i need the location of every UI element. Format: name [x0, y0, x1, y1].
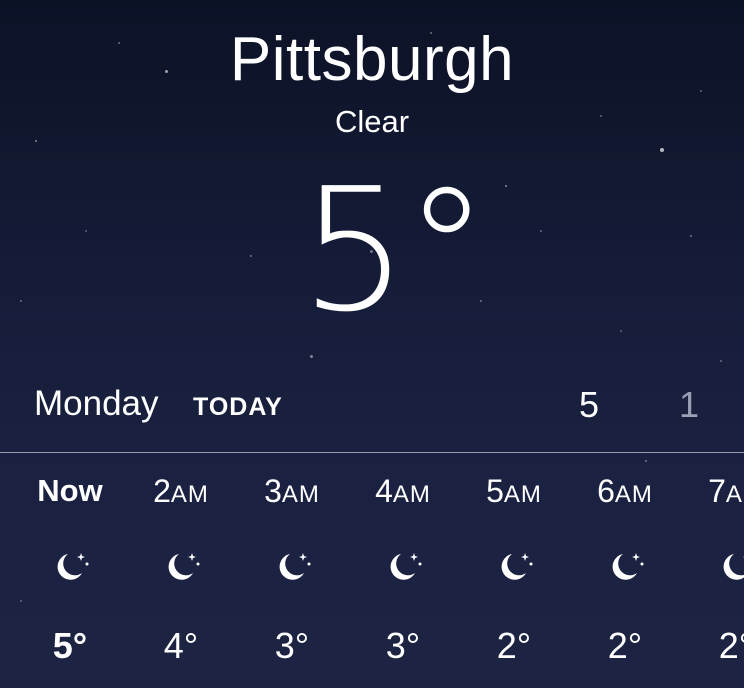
moon-stars-icon: [390, 553, 422, 580]
day-name: Monday: [34, 384, 159, 423]
hour-temperature: 2°: [496, 625, 532, 666]
moon-stars-icon: [279, 553, 311, 580]
hourly-item: 3AM 3°: [236, 453, 348, 688]
hour-temperature: 3°: [385, 625, 421, 666]
weather-condition: Clear: [334, 104, 410, 139]
moon-stars-icon: [168, 553, 200, 580]
current-temperature: 5°: [300, 152, 489, 350]
hour-label: 2AM: [153, 473, 209, 509]
hour-label: 4AM: [375, 473, 431, 509]
hour-temperature: 5°: [52, 625, 88, 666]
city-name: Pittsburgh: [229, 25, 515, 94]
hourly-item: 7AM 2°: [680, 453, 744, 688]
hourly-item: 2AM 4°: [125, 453, 237, 688]
hour-temperature: 3°: [274, 625, 310, 666]
hour-label: 3AM: [264, 473, 320, 509]
moon-stars-icon: [501, 553, 533, 580]
hour-temperature: 2°: [718, 625, 744, 666]
hour-label: 6AM: [597, 473, 653, 509]
hour-label: 7AM: [708, 473, 744, 509]
hourly-item: 5AM 2°: [458, 453, 570, 688]
hourly-item: 6AM 2°: [569, 453, 681, 688]
hourly-item: 4AM 3°: [347, 453, 459, 688]
hour-temperature: 2°: [607, 625, 643, 666]
moon-stars-icon: [57, 553, 89, 580]
hourly-forecast[interactable]: Now 5° 2AM 4° 3AM 3° 4AM 3° 5AM 2° 6AM 2…: [0, 453, 744, 688]
high-temperature: 5: [579, 384, 600, 425]
day-summary-row: Monday TODAY 5 1: [34, 380, 744, 430]
hour-label: Now: [37, 473, 103, 508]
hour-label: 5AM: [486, 473, 542, 509]
moon-stars-icon: [612, 553, 644, 580]
low-temperature: 1: [679, 384, 700, 425]
hour-temperature: 4°: [163, 625, 199, 666]
moon-stars-icon: [723, 554, 744, 580]
hourly-item: Now 5°: [14, 453, 126, 688]
today-tag: TODAY: [193, 393, 283, 421]
